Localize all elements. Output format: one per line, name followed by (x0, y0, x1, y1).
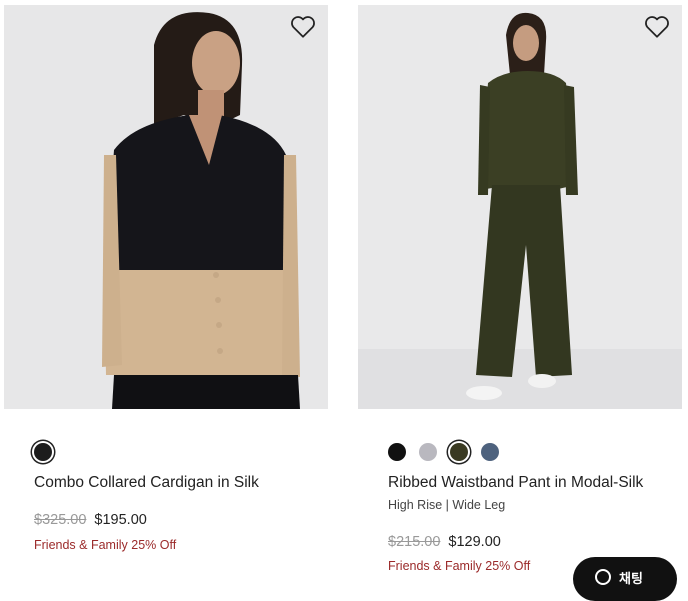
product-image[interactable] (4, 5, 328, 409)
product-image[interactable] (358, 5, 682, 409)
promo-text: Friends & Family 25% Off (388, 559, 531, 573)
color-swatch-black[interactable] (388, 443, 406, 461)
original-price: $215.00 (388, 534, 441, 550)
product-price: $215.00 $129.00 (388, 534, 501, 550)
product-subtitle: High Rise | Wide Leg (388, 498, 506, 512)
color-swatch-olive[interactable] (450, 443, 468, 461)
product-price: $325.00 $195.00 (34, 512, 147, 528)
product-name[interactable]: Combo Collared Cardigan in Silk (34, 474, 259, 492)
promo-text: Friends & Family 25% Off (34, 538, 177, 552)
color-swatch-grey[interactable] (419, 443, 437, 461)
model-photo (4, 5, 328, 409)
color-swatch-blue[interactable] (481, 443, 499, 461)
color-swatches (34, 443, 52, 461)
color-swatches (388, 443, 499, 461)
original-price: $325.00 (34, 512, 87, 528)
sale-price: $129.00 (448, 534, 501, 550)
wishlist-heart-icon[interactable] (290, 15, 316, 39)
model-photo (358, 5, 682, 409)
sale-price: $195.00 (94, 512, 147, 528)
wishlist-heart-icon[interactable] (644, 15, 670, 39)
color-swatch-black[interactable] (34, 443, 52, 461)
product-name[interactable]: Ribbed Waistband Pant in Modal-Silk (388, 474, 643, 492)
search-chat-icon (595, 569, 611, 585)
chat-button[interactable]: 채팅 (573, 557, 677, 601)
